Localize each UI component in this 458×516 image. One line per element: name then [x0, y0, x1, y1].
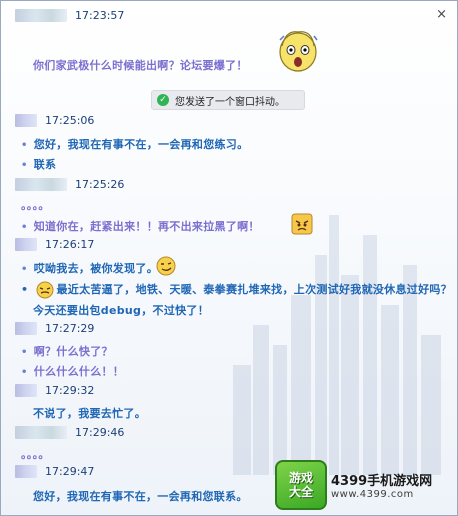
message-time: 17:23:57: [75, 9, 124, 22]
message-time: 17:25:26: [75, 178, 124, 191]
message-time: 17:29:47: [45, 465, 94, 478]
message-text: 。。。。: [21, 197, 50, 213]
message-text: 。。。。: [21, 446, 50, 462]
message-text: •哎呦我去，被你发现了。: [1, 260, 158, 276]
message-header: 17:26:17: [1, 238, 457, 251]
angry-face-emoji-icon: [291, 213, 313, 235]
sender-name-blurred: [15, 384, 37, 397]
message-text: •啊？什么快了？: [1, 343, 113, 359]
window-shake-notice: ✓ 您发送了一个窗口抖动。: [151, 90, 305, 110]
message-header: 17:29:46: [1, 426, 457, 439]
tired-face-emoji-icon: [36, 281, 54, 299]
message-header: 17:23:57: [1, 9, 457, 22]
message-text: •联系: [1, 156, 56, 172]
message-text: 今天还要出包debug，不过快了！: [33, 302, 209, 318]
message-time: 17:26:17: [45, 238, 94, 251]
chat-window: × 17:23:57 你们家武极什么时候能出啊？论坛要爆了！ ✓ 您发送了一个窗…: [0, 0, 458, 516]
sender-name-blurred: [15, 9, 67, 22]
message-text: •知道你在，赶紧出来！！再不出来拉黑了啊！: [1, 218, 260, 234]
message-header: 17:29:32: [1, 384, 457, 397]
sender-name-blurred: [15, 114, 37, 127]
check-icon: ✓: [157, 94, 169, 106]
message-text: 您好，我现在有事不在，一会再和您联系。: [33, 488, 248, 504]
message-header: 17:25:26: [1, 178, 457, 191]
message-text: 不说了，我要去忙了。: [33, 405, 146, 421]
sender-name-blurred: [15, 238, 37, 251]
message-text: 你们家武极什么时候能出啊？论坛要爆了！: [33, 57, 248, 73]
message-header: 17:25:06: [1, 114, 457, 127]
site-watermark: 游戏 大全 4399手机游戏网 www.4399.com: [275, 457, 455, 513]
sender-name-blurred: [15, 426, 67, 439]
message-time: 17:27:29: [45, 322, 94, 335]
sender-name-blurred: [15, 322, 37, 335]
sender-name-blurred: [15, 465, 37, 478]
shocked-face-emoji-icon: [276, 26, 320, 74]
message-text: •什么什么什么！！: [1, 363, 124, 379]
message-text: • 最近太苦逼了，地铁、天暖、泰拳赛扎堆来找，上次测试好我就没休息过好吗？: [21, 281, 452, 299]
game-app-logo: 游戏 大全: [275, 460, 327, 510]
message-time: 17:29:32: [45, 384, 94, 397]
message-time: 17:29:46: [75, 426, 124, 439]
message-time: 17:25:06: [45, 114, 94, 127]
message-header: 17:27:29: [1, 322, 457, 335]
watermark-brand: 4399手机游戏网: [331, 470, 432, 489]
message-text: •您好，我现在有事不在，一会再和您练习。: [1, 136, 248, 152]
smirk-face-emoji-icon: [156, 256, 176, 276]
watermark-url: www.4399.com: [331, 489, 432, 500]
sender-name-blurred: [15, 178, 67, 191]
